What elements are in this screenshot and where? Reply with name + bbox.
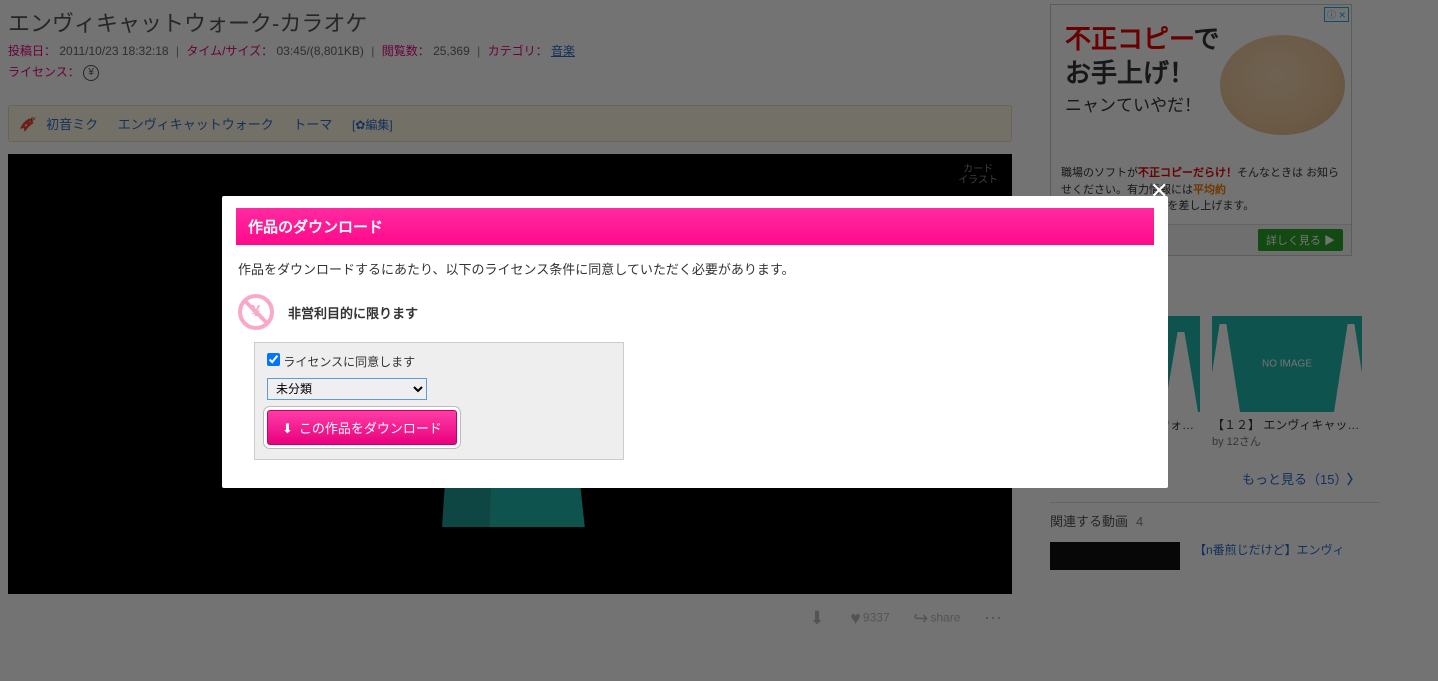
agree-checkbox-label[interactable]: ライセンスに同意します — [267, 355, 415, 369]
category-select[interactable]: 未分類 — [267, 378, 427, 400]
noncommercial-text: 非営利目的に限ります — [288, 303, 418, 322]
agree-checkbox[interactable] — [267, 353, 280, 366]
download-button[interactable]: ⬇この作品をダウンロード — [267, 410, 457, 445]
agreement-box: ライセンスに同意します 未分類 ⬇この作品をダウンロード — [254, 342, 624, 460]
download-icon: ⬇ — [282, 421, 293, 436]
modal-header: 作品のダウンロード — [236, 208, 1154, 245]
modal-description: 作品をダウンロードするにあたり、以下のライセンス条件に同意していただく必要があり… — [236, 259, 1154, 292]
license-condition-row: ¥ 非営利目的に限ります — [236, 292, 1154, 342]
noncommercial-icon: ¥ — [238, 294, 274, 330]
download-modal: 作品のダウンロード 作品をダウンロードするにあたり、以下のライセンス条件に同意し… — [222, 196, 1168, 488]
close-icon[interactable]: ✕ — [1150, 178, 1168, 204]
